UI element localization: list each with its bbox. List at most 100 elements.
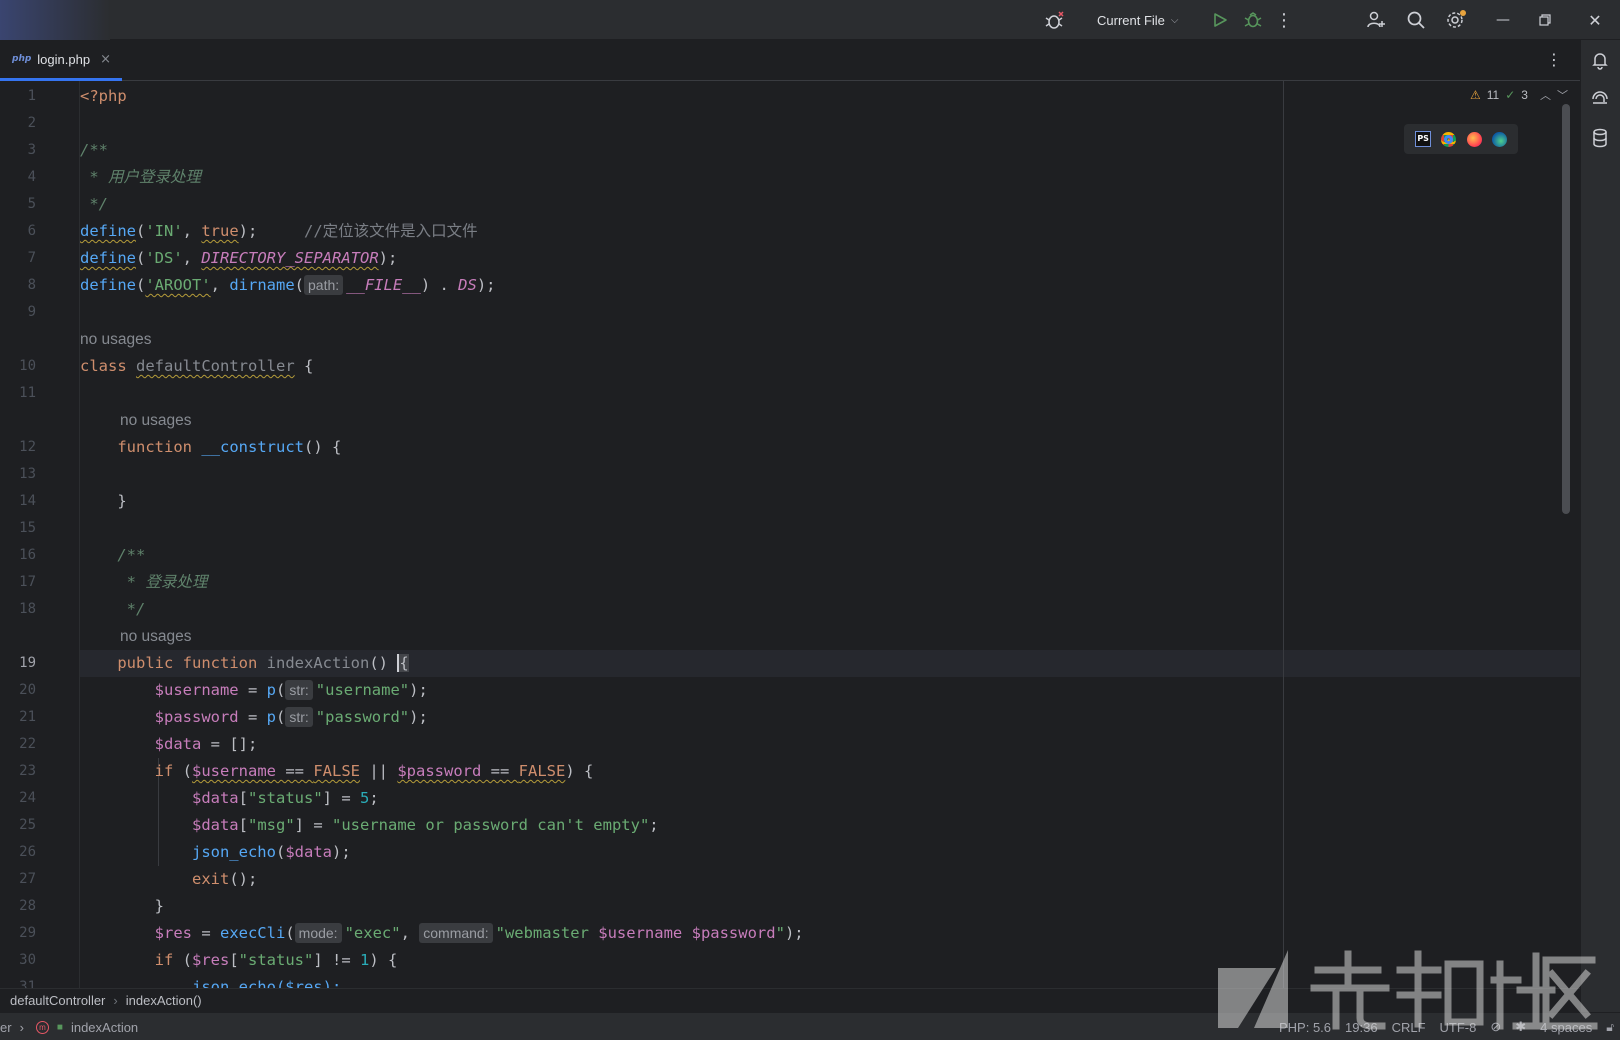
code-line-18: */ [117,600,146,618]
code-line-24: $data["status"] = 5; [191,789,379,807]
minimize-icon[interactable]: — [1488,0,1518,40]
line-number: 6 [27,223,36,239]
code-line-8: define('AROOT', dirname(path: __FILE__) .… [80,275,496,295]
status-method[interactable]: indexAction [71,1020,138,1035]
parameter-hint: str: [285,680,313,700]
add-user-icon[interactable] [1360,0,1392,40]
code-line-23: if ($username == FALSE || $password == F… [154,762,594,780]
line-number: 28 [19,898,36,914]
run-icon[interactable] [1205,0,1235,40]
readonly-toggle-icon[interactable]: 🔓︎ [1606,1020,1614,1035]
indent-setting[interactable]: 4 spaces [1540,1020,1592,1035]
check-icon: ✓ [1505,88,1516,102]
chevron-down-icon: ⌵ [1170,14,1179,26]
code-line-19-current: public function indexAction() { [80,650,1580,677]
notifications-icon[interactable] [1590,50,1610,74]
debug-config-icon[interactable] [1040,0,1070,40]
ai-assistant-icon[interactable] [1590,89,1610,113]
line-number: 5 [27,196,36,212]
line-number: 8 [27,277,36,293]
parameter-hint: str: [285,707,313,727]
check-count: 3 [1521,88,1528,102]
debug-icon[interactable] [1238,0,1268,40]
search-icon[interactable] [1400,0,1432,40]
title-bar: Current File ⌵ ⋮ — ✕ [0,0,1620,40]
chrome-icon[interactable] [1441,131,1457,147]
usage-hint[interactable]: no usages [80,326,152,353]
code-editor[interactable]: <?php /** * 用户登录处理 */ define('IN', true)… [80,81,1580,989]
status-path-separator: › [19,1019,24,1035]
code-line-10: class defaultController { [80,357,314,375]
editor-scrollbar[interactable] [1562,104,1570,514]
breadcrumb-class[interactable]: defaultController [10,993,105,1008]
code-line-22: $data = []; [154,735,258,753]
tab-label: login.php [37,51,91,67]
edge-icon[interactable] [1491,131,1507,147]
line-number: 3 [27,142,36,158]
firefox-icon[interactable] [1466,131,1482,147]
line-number: 30 [19,952,36,968]
line-number: 21 [19,709,36,725]
line-number: 27 [19,871,36,887]
close-icon[interactable]: ✕ [1575,0,1615,40]
code-line-12: function __construct() { [117,438,342,456]
line-number: 11 [19,385,36,401]
code-line-6: define('IN', true); //定位该文件是入口文件 [80,222,478,240]
right-margin-guide [1283,81,1284,989]
line-number-gutter: 1 2 3 4 5 6 7 8 9 10 11 12 13 14 15 16 1… [0,81,80,989]
code-line-7: define('DS', DIRECTORY_SEPARATOR); [80,249,398,267]
code-line-14: } [80,492,127,510]
project-color-corner [0,0,110,40]
inspection-off-icon[interactable]: ⊘ [1490,1019,1501,1035]
lock-icon: ■ [56,1021,63,1033]
line-number: 15 [19,520,36,536]
line-number: 24 [19,790,36,806]
run-config-label: Current File [1097,12,1165,28]
restore-icon[interactable] [1530,0,1560,40]
php-version[interactable]: PHP: 5.6 [1279,1020,1331,1035]
line-number: 26 [19,844,36,860]
line-number: 18 [19,601,36,617]
line-separator[interactable]: CRLF [1392,1020,1426,1035]
run-configuration-selector[interactable]: Current File ⌵ [1097,8,1179,32]
settings-icon[interactable] [1440,0,1472,40]
code-line-29: $res = execCli(mode: "exec", command: "web… [154,923,804,943]
usage-hint[interactable]: no usages [120,407,192,434]
code-line-20: $username = p(str: "username"); [154,680,428,700]
line-number: 4 [27,169,36,185]
debug-status-icon[interactable]: ✱ [1515,1019,1526,1035]
code-line-1: <?php [80,87,127,105]
method-icon: m [35,1020,49,1034]
code-line-17: * 登录处理 [117,573,208,591]
tab-login-php[interactable]: php login.php × [0,40,122,81]
phpstorm-icon[interactable]: PS [1415,131,1432,147]
next-highlight-icon[interactable]: ﹀ [1557,87,1568,103]
tab-close-icon[interactable]: × [100,52,111,67]
code-line-26: json_echo($data); [191,843,351,861]
database-icon[interactable] [1590,128,1610,152]
line-number-current: 19 [19,655,36,671]
tab-options-icon[interactable]: ⋮ [1546,50,1562,69]
code-line-25: $data["msg"] = "username or password can… [191,816,659,834]
usage-hint[interactable]: no usages [120,623,192,650]
line-number: 7 [27,250,36,266]
previous-highlight-icon[interactable]: ︿ [1540,87,1551,103]
breadcrumb-separator: › [113,993,118,1008]
editor-tab-bar: php login.php × ⋮ [0,40,1580,81]
cursor-position[interactable]: 19:36 [1345,1020,1378,1035]
code-line-5: */ [80,195,108,213]
code-line-4: * 用户登录处理 [80,168,201,186]
line-number: 13 [19,466,36,482]
line-number: 22 [19,736,36,752]
more-icon[interactable]: ⋮ [1272,0,1296,40]
breadcrumb-method[interactable]: indexAction() [126,993,202,1008]
code-line-28: } [80,897,164,915]
php-file-icon: php [12,54,32,64]
status-path-fragment[interactable]: er [0,1020,12,1035]
warning-icon: ⚠ [1470,88,1481,102]
code-line-30: if ($res["status"] != 1) { [154,951,398,969]
inspection-widget[interactable]: ⚠ 11 ✓ 3 ︿ ﹀ [1470,86,1568,104]
status-bar: er › m ■ indexAction PHP: 5.6 19:36 CRLF… [0,1012,1620,1040]
file-encoding[interactable]: UTF-8 [1440,1020,1477,1035]
code-line-21: $password = p(str: "password"); [154,707,428,727]
